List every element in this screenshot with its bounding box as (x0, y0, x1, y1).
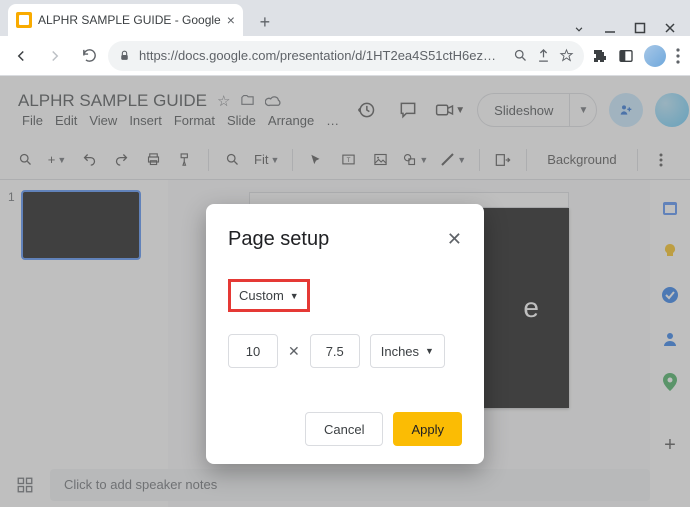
url-bar[interactable]: https://docs.google.com/presentation/d/1… (108, 41, 584, 71)
window-maximize-icon[interactable] (634, 22, 646, 36)
multiply-icon: ✕ (288, 343, 300, 360)
url-text: https://docs.google.com/presentation/d/1… (139, 48, 505, 63)
window-close-icon[interactable] (664, 22, 676, 36)
browser-menu-icon[interactable] (676, 48, 680, 64)
window-minimize-icon[interactable] (604, 22, 616, 36)
dialog-close-icon[interactable]: ✕ (447, 229, 462, 250)
page-height-input[interactable] (310, 334, 360, 368)
browser-profile-avatar[interactable] (644, 45, 666, 67)
apply-button[interactable]: Apply (393, 412, 462, 446)
sidebar-toggle-icon[interactable] (618, 48, 634, 64)
tab-close-icon[interactable]: × (227, 12, 235, 28)
nav-back-button[interactable] (6, 41, 36, 71)
extensions-icon[interactable] (592, 48, 608, 64)
page-width-input[interactable] (228, 334, 278, 368)
page-size-preset-dropdown[interactable]: Custom▼ (228, 279, 310, 312)
modal-overlay: Page setup ✕ Custom▼ ✕ Inches▼ Cancel Ap… (0, 76, 690, 507)
lock-icon (118, 49, 131, 62)
bookmark-star-icon[interactable] (559, 48, 574, 63)
browser-address-row: https://docs.google.com/presentation/d/1… (0, 36, 690, 76)
new-tab-button[interactable]: + (251, 8, 279, 36)
tab-title: ALPHR SAMPLE GUIDE - Google (38, 13, 221, 27)
browser-tab[interactable]: ALPHR SAMPLE GUIDE - Google × (8, 4, 243, 36)
nav-forward-button[interactable] (40, 41, 70, 71)
slides-favicon-icon (16, 12, 32, 28)
zoom-icon[interactable] (513, 48, 528, 63)
chevron-down-icon[interactable] (572, 22, 586, 36)
browser-titlebar: ALPHR SAMPLE GUIDE - Google × + (0, 0, 690, 36)
page-setup-dialog: Page setup ✕ Custom▼ ✕ Inches▼ Cancel Ap… (206, 204, 484, 464)
dialog-title: Page setup (228, 228, 329, 251)
page-unit-dropdown[interactable]: Inches▼ (370, 334, 445, 368)
share-url-icon[interactable] (536, 48, 551, 63)
nav-reload-button[interactable] (74, 41, 104, 71)
cancel-button[interactable]: Cancel (305, 412, 383, 446)
